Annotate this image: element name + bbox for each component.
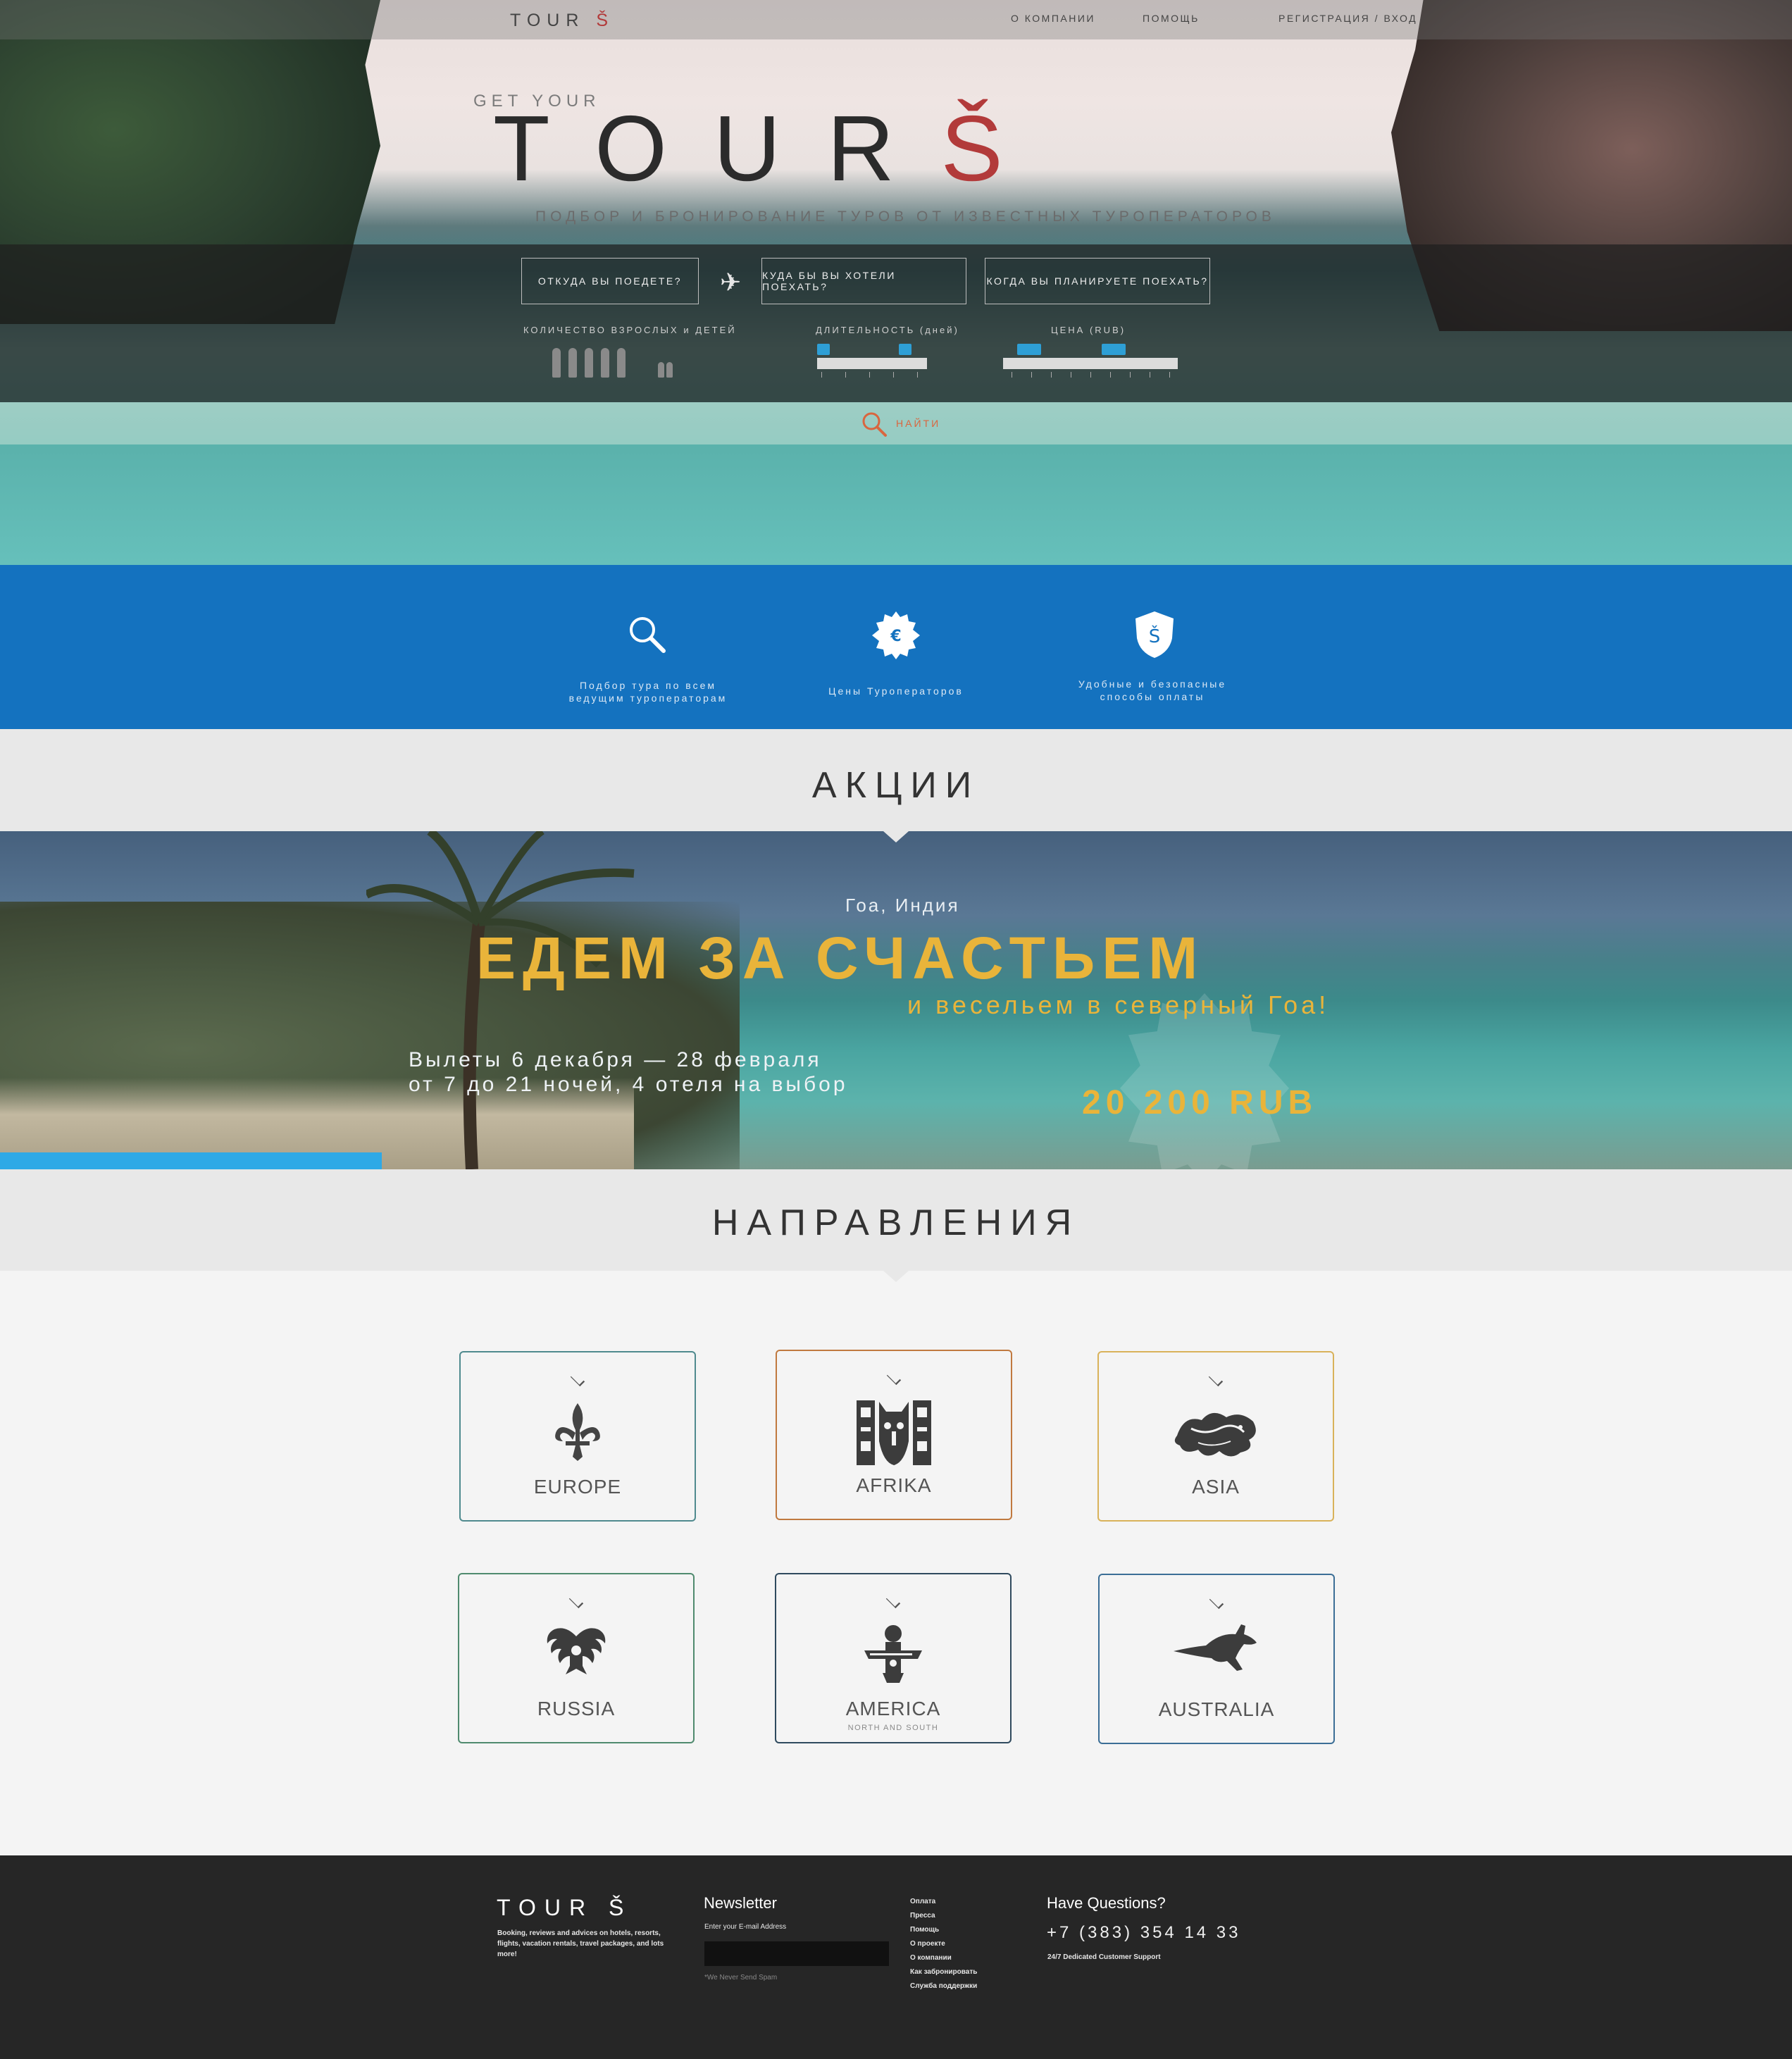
hero-title-mark: Š [940, 97, 1050, 200]
price-label: ЦЕНА (RUB) [1051, 325, 1126, 335]
footer [0, 1855, 1792, 2059]
duration-min-handle[interactable] [817, 344, 830, 355]
direction-card-america[interactable]: AMERICA NORTH AND SOUTH [775, 1573, 1012, 1743]
footer-logo[interactable]: TOUR Š [497, 1895, 632, 1921]
find-button[interactable]: НАЙТИ [896, 418, 940, 429]
adult-icon[interactable] [552, 348, 561, 378]
svg-text:Š: Š [1149, 625, 1161, 647]
promos-heading-notch [883, 831, 909, 842]
promo-location: Гоа, Индия [845, 895, 960, 916]
footer-link-support[interactable]: Служба поддержки [910, 1979, 977, 1993]
thunderbird-icon [864, 1625, 922, 1683]
direction-label: AMERICA [845, 1698, 941, 1719]
promos-heading: АКЦИИ [0, 729, 1792, 831]
people-selector[interactable] [552, 348, 673, 380]
footer-link-project[interactable]: О проекте [910, 1937, 977, 1951]
header-logo[interactable]: TOUR Š [510, 11, 614, 31]
adult-icon[interactable] [601, 348, 609, 378]
direction-label: ASIA [1192, 1476, 1240, 1498]
footer-link-press[interactable]: Пресса [910, 1909, 977, 1923]
people-label: КОЛИЧЕСТВО ВЗРОСЛЫХ и ДЕТЕЙ [523, 325, 737, 335]
promo-details: от 7 до 21 ночей, 4 отеля на выбор [409, 1073, 848, 1096]
newsletter-email-input[interactable] [704, 1941, 889, 1966]
child-icon[interactable] [666, 362, 673, 378]
african-mask-icon [857, 1400, 931, 1465]
double-eagle-icon [547, 1628, 606, 1674]
duration-track[interactable] [817, 358, 927, 369]
hero-subtitle: ПОДБОР И БРОНИРОВАНИЕ ТУРОВ ОТ ИЗВЕСТНЫХ… [535, 209, 1276, 225]
duration-label: ДЛИТЕЛЬНОСТЬ (дней) [816, 325, 959, 335]
newsletter-note: *We Never Send Spam [704, 1974, 778, 1982]
hero-title: TOURŠ [493, 97, 1050, 200]
newsletter-title: Newsletter [704, 1894, 777, 1912]
duration-ticks [817, 372, 927, 378]
duration-slider[interactable] [817, 344, 927, 380]
search-icon [626, 613, 668, 659]
footer-about: Booking, reviews and advices on hotels, … [497, 1929, 664, 1958]
chevron-down-icon [568, 1593, 584, 1609]
footer-link-company[interactable]: О компании [910, 1951, 977, 1965]
chevron-down-icon [570, 1371, 585, 1387]
feature-prices-label: Цены Туроператоров [828, 685, 964, 697]
direction-label: AFRIKA [856, 1474, 932, 1496]
promo-subheadline: и весельем в северный Гоа! [907, 990, 1330, 1019]
feature-operators-label: Подбор тура по всем ведущим туроператорам [568, 680, 728, 704]
svg-text:€: € [890, 628, 901, 645]
from-field[interactable]: ОТКУДА ВЫ ПОЕДЕТЕ? [521, 258, 699, 304]
direction-label: AUSTRALIA [1158, 1698, 1275, 1720]
child-icon[interactable] [658, 362, 664, 378]
promo-progress-bar [0, 1152, 382, 1169]
direction-card-asia[interactable]: ASIA [1097, 1351, 1334, 1522]
shield-icon: Š [1134, 610, 1175, 663]
feature-payments-label: Удобные и безопасные способы оплаты [1078, 678, 1227, 702]
promo-banner[interactable] [0, 831, 1792, 1169]
airplane-icon: ✈ [720, 268, 742, 297]
promo-headline: ЕДЕМ ЗА СЧАСТЬЕМ [476, 925, 1205, 991]
nav-about[interactable]: О КОМПАНИИ [1011, 13, 1095, 24]
destination-field[interactable]: КУДА БЫ ВЫ ХОТЕЛИ ПОЕХАТЬ? [761, 258, 966, 304]
direction-label: EUROPE [533, 1476, 622, 1498]
direction-sublabel: NORTH AND SOUTH [847, 1724, 939, 1732]
promo-price: 20 200 RUB [1082, 1084, 1318, 1121]
find-search-icon[interactable] [861, 411, 888, 441]
direction-card-russia[interactable]: RUSSIA [458, 1573, 695, 1743]
direction-label: RUSSIA [537, 1698, 616, 1719]
support-phone[interactable]: +7 (383) 354 14 33 [1047, 1923, 1241, 1943]
price-min-handle[interactable] [1017, 344, 1041, 355]
nav-help[interactable]: ПОМОЩЬ [1143, 13, 1200, 24]
questions-title: Have Questions? [1047, 1894, 1166, 1912]
chevron-down-icon [885, 1593, 901, 1609]
euro-badge-icon: € [872, 611, 920, 663]
adult-icon[interactable] [585, 348, 593, 378]
price-max-handle[interactable] [1102, 344, 1126, 355]
palm-tree-image [366, 831, 635, 1169]
chevron-down-icon [1209, 1594, 1224, 1610]
directions-heading-notch [883, 1271, 909, 1282]
direction-card-europe[interactable]: EUROPE [459, 1351, 696, 1522]
directions-heading: НАПРАВЛЕНИЯ [0, 1169, 1792, 1271]
top-navigation-bar [0, 0, 1792, 39]
chevron-down-icon [1208, 1371, 1224, 1387]
promo-dates: Вылеты 6 декабря — 28 февраля [409, 1048, 822, 1071]
price-slider[interactable] [1003, 344, 1178, 380]
dragon-icon [1174, 1412, 1256, 1457]
support-note: 24/7 Dedicated Customer Support [1047, 1953, 1161, 1961]
kangaroo-icon [1174, 1624, 1257, 1671]
price-track[interactable] [1003, 358, 1178, 369]
footer-link-how-to-book[interactable]: Как забронировать [910, 1965, 977, 1979]
duration-max-handle[interactable] [899, 344, 911, 355]
direction-card-afrika[interactable]: AFRIKA [776, 1350, 1012, 1520]
price-ticks [1003, 372, 1178, 378]
footer-link-help[interactable]: Помощь [910, 1923, 977, 1937]
nav-register-login[interactable]: РЕГИСТРАЦИЯ / ВХОД [1278, 13, 1417, 24]
footer-link-payment[interactable]: Оплата [910, 1895, 977, 1909]
fleur-de-lis-icon [555, 1403, 600, 1461]
direction-card-australia[interactable]: AUSTRALIA [1098, 1574, 1335, 1744]
adult-icon[interactable] [568, 348, 577, 378]
chevron-down-icon [886, 1370, 902, 1386]
date-field[interactable]: КОГДА ВЫ ПЛАНИРУЕТЕ ПОЕХАТЬ? [985, 258, 1210, 304]
adult-icon[interactable] [617, 348, 626, 378]
newsletter-label: Enter your E-mail Address [704, 1923, 787, 1931]
footer-links: Оплата Пресса Помощь О проекте О компани… [910, 1895, 977, 1993]
